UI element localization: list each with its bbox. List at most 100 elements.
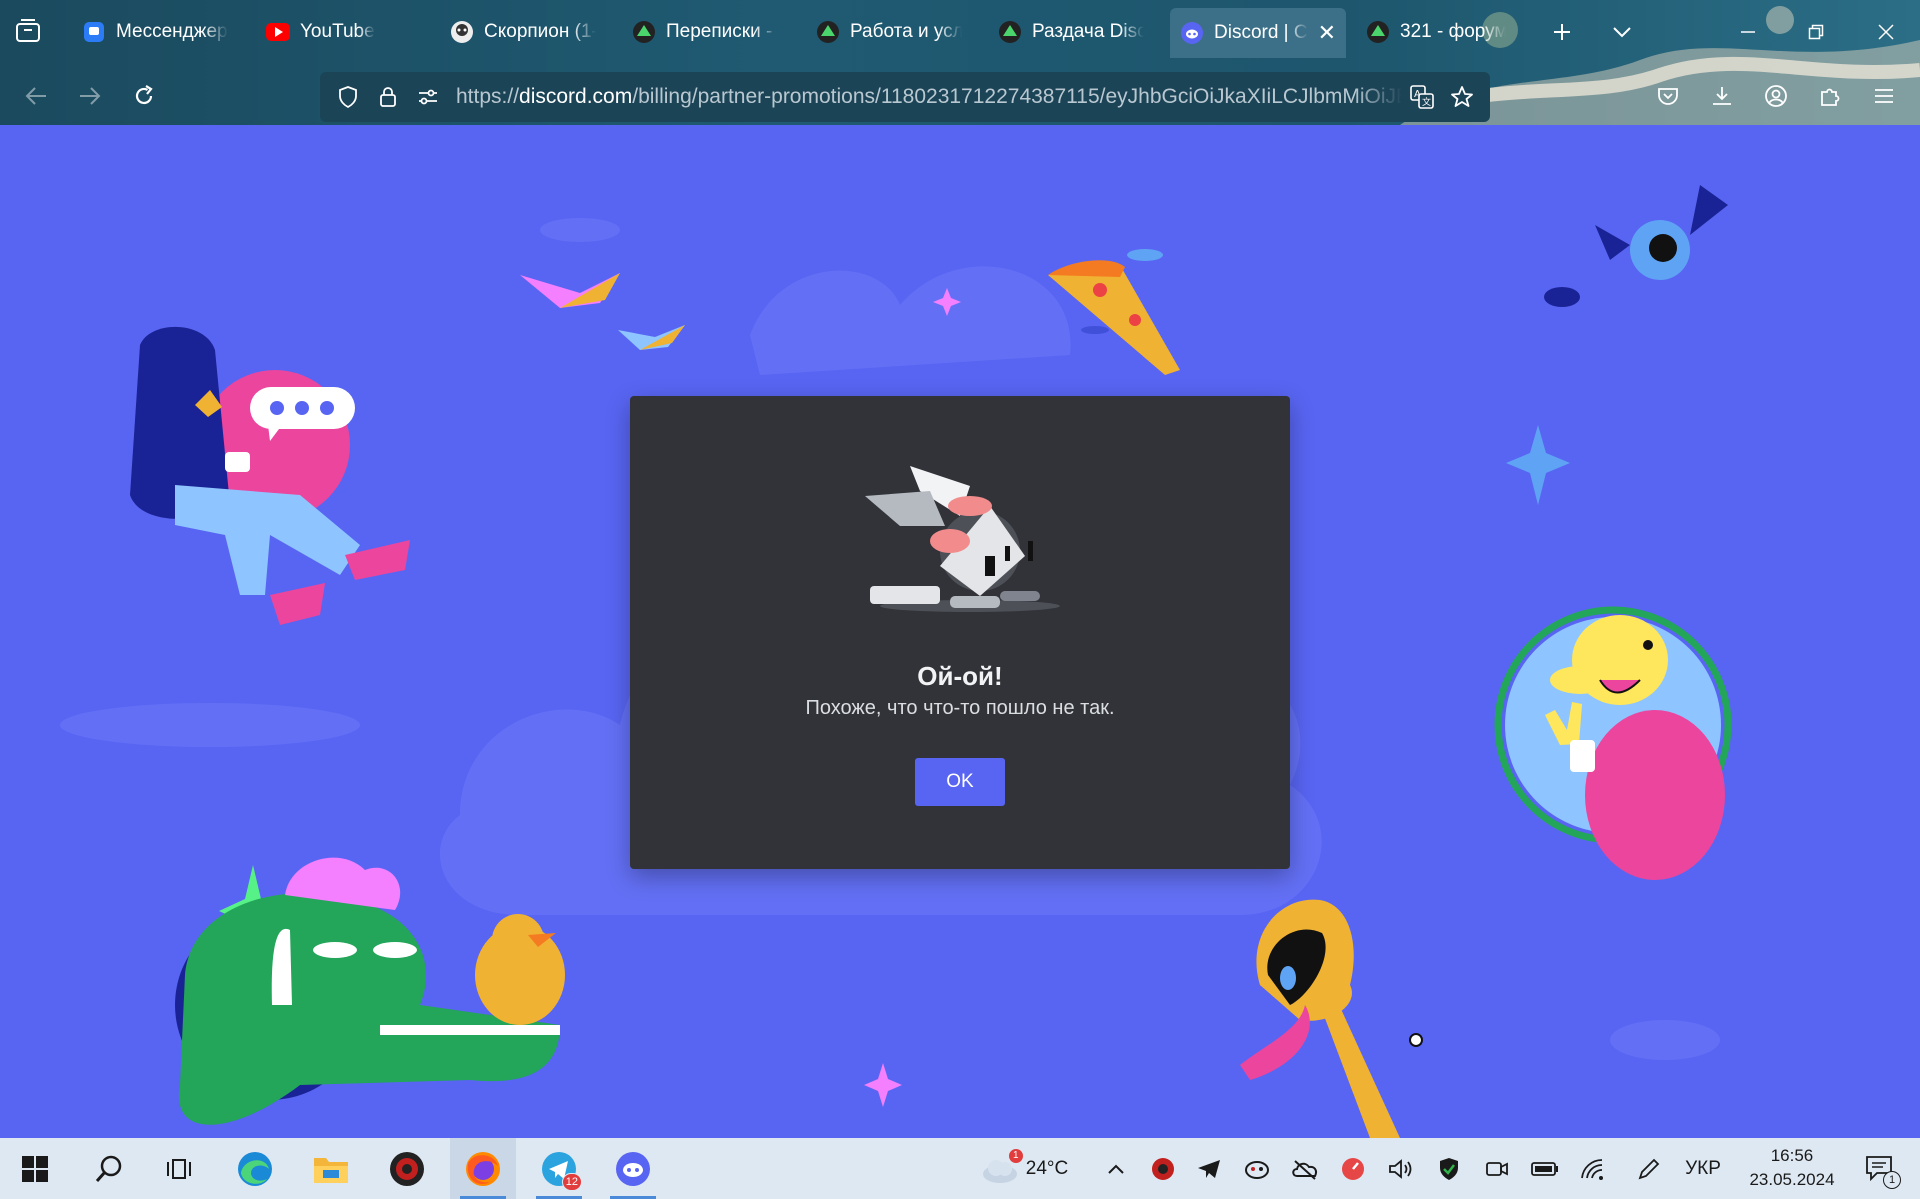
forum-icon [632, 20, 656, 44]
windows-taskbar: 12 1 24°C УКР 16:56 23.05.2024 1 [0, 1138, 1920, 1199]
pen-icon [1638, 1158, 1660, 1179]
battery-indicator[interactable] [1528, 1138, 1562, 1199]
tray-security[interactable] [1432, 1138, 1466, 1199]
address-bar[interactable]: https://discord.com/billing/partner-prom… [320, 72, 1490, 122]
download-icon [1713, 87, 1731, 105]
permissions-icon[interactable] [408, 77, 448, 117]
browser-chrome: Мессенджер YouTube Скорпион (1-4 Перепис… [0, 0, 1920, 125]
edge-app[interactable] [222, 1138, 288, 1199]
list-all-tabs-button[interactable] [1602, 16, 1642, 48]
windows-logo-icon [22, 1155, 48, 1182]
search-button[interactable] [76, 1138, 142, 1199]
extensions-button[interactable] [1812, 78, 1848, 114]
language-button[interactable]: УКР [1680, 1138, 1726, 1199]
show-hidden-icons-button[interactable] [1098, 1138, 1134, 1199]
account-icon [1765, 85, 1787, 107]
clock[interactable]: 16:56 23.05.2024 [1738, 1144, 1846, 1192]
telegram-app[interactable]: 12 [526, 1138, 592, 1199]
tray-app[interactable] [1240, 1138, 1274, 1199]
pocket-icon [1658, 88, 1678, 105]
tab-title: Раздача Disco [1032, 21, 1144, 42]
tab-title: Скорпион (1-4 [484, 21, 596, 42]
menu-button[interactable] [1866, 78, 1902, 114]
forward-button[interactable] [72, 78, 108, 114]
youtube-icon [266, 20, 290, 44]
tab-title: YouTube [300, 21, 375, 42]
restore-icon [1808, 24, 1824, 40]
books-illustration [520, 273, 685, 350]
file-explorer-app[interactable] [298, 1138, 364, 1199]
tab-rabota[interactable]: Работа и услуг [806, 10, 972, 54]
tab-list-button[interactable] [14, 18, 46, 46]
arrow-left-icon [25, 87, 46, 105]
person-illustration [130, 326, 410, 625]
forum-icon [816, 20, 840, 44]
discord-app[interactable] [600, 1138, 666, 1199]
weather-widget[interactable]: 1 24°C [964, 1138, 1084, 1199]
plus-icon [1554, 24, 1570, 40]
firefox-app[interactable] [450, 1138, 516, 1199]
task-view-icon [167, 1158, 191, 1179]
tab-bar: Мессенджер YouTube Скорпион (1-4 Перепис… [0, 0, 1920, 64]
clock-time: 16:56 [1770, 1146, 1814, 1165]
close-tab-icon[interactable]: ✕ [1318, 20, 1336, 46]
tray-antivirus[interactable] [1146, 1138, 1180, 1199]
antivirus-app[interactable] [374, 1138, 440, 1199]
pocket-button[interactable] [1650, 78, 1686, 114]
chevron-down-icon [1613, 27, 1631, 38]
pen-button[interactable] [1632, 1138, 1666, 1199]
url-prefix: https:// [456, 85, 520, 108]
tab-razdacha[interactable]: Раздача Disco [988, 10, 1154, 54]
telegram-tray-icon [1198, 1159, 1220, 1178]
start-button[interactable] [2, 1138, 68, 1199]
forum-icon [1366, 20, 1390, 44]
url-text[interactable]: https://discord.com/billing/partner-prom… [456, 85, 1402, 109]
notification-icon: 1 [1865, 1155, 1901, 1189]
tab-scorpion[interactable]: Скорпион (1-4 [440, 10, 606, 54]
new-tab-button[interactable] [1542, 16, 1582, 48]
lock-icon[interactable] [368, 77, 408, 117]
discord-icon [1180, 21, 1204, 45]
shield-icon[interactable] [328, 77, 368, 117]
notification-center-button[interactable]: 1 [1852, 1138, 1908, 1199]
minimize-button[interactable] [1728, 16, 1768, 48]
tray-video[interactable] [1480, 1138, 1514, 1199]
discord-icon [616, 1151, 650, 1186]
discord-page: Ой-ой! Похоже, что что-то пошло не так. … [0, 125, 1920, 1138]
tab-messenger[interactable]: Мессенджер [72, 10, 262, 54]
task-view-button[interactable] [146, 1138, 212, 1199]
reload-button[interactable] [126, 78, 162, 114]
wifi-button[interactable] [1576, 1138, 1610, 1199]
tray-onedrive[interactable] [1288, 1138, 1322, 1199]
ok-button[interactable]: OK [915, 758, 1005, 806]
tab-321-forum[interactable]: 321 - форум с [1356, 10, 1516, 54]
weather-temperature: 24°C [1025, 1157, 1069, 1179]
url-host: discord.com [519, 85, 633, 108]
avatar-icon [450, 20, 474, 44]
minimize-icon [1741, 31, 1755, 33]
tab-youtube[interactable]: YouTube [256, 10, 406, 54]
gamepad-tray-icon [1245, 1160, 1269, 1179]
language-indicator: УКР [1685, 1157, 1721, 1179]
tray-app-red[interactable] [1336, 1138, 1370, 1199]
volume-button[interactable] [1384, 1138, 1418, 1199]
video-tray-icon [1486, 1161, 1508, 1176]
search-icon [95, 1155, 122, 1182]
downloads-button[interactable] [1704, 78, 1740, 114]
account-button[interactable] [1758, 78, 1794, 114]
error-title: Ой-ой! [917, 661, 1003, 691]
reload-icon [135, 85, 153, 105]
translate-icon[interactable]: A文 [1402, 77, 1442, 117]
close-window-button[interactable] [1866, 16, 1906, 48]
tray-telegram[interactable] [1192, 1138, 1226, 1199]
bat-creature-illustration [1544, 185, 1728, 307]
tab-perepiski[interactable]: Переписки - ф [622, 10, 788, 54]
tab-discord[interactable]: Discord | Cla ✕ [1170, 8, 1346, 58]
chevron-up-icon [1108, 1164, 1124, 1174]
cloud-weather-icon: 1 [980, 1147, 1024, 1184]
bookmark-star-icon[interactable] [1442, 77, 1482, 117]
restore-button[interactable] [1796, 16, 1836, 48]
tab-title: Переписки - ф [666, 21, 778, 42]
back-button[interactable] [18, 78, 54, 114]
clock-date: 23.05.2024 [1749, 1170, 1835, 1189]
